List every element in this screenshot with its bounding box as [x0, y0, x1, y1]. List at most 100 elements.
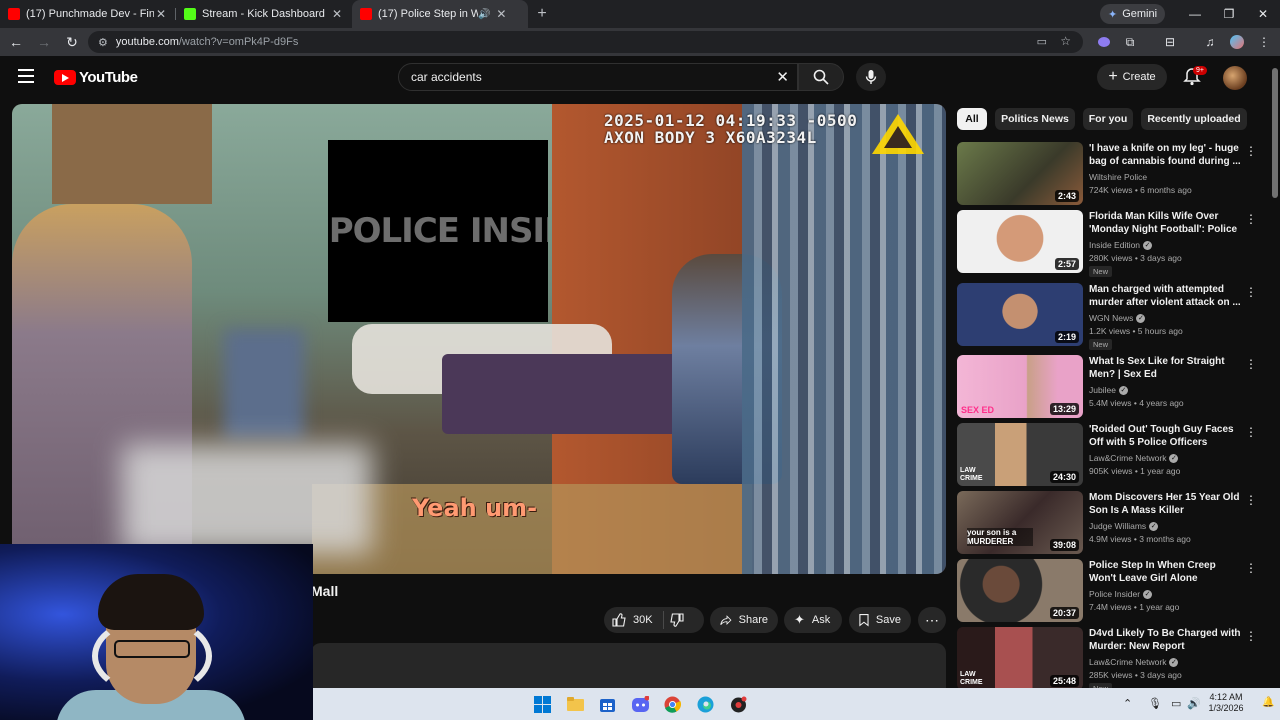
video-player[interactable]: POLICE INSID 2025-01-12 04:19:33 -0500 A… [12, 104, 946, 574]
video-thumbnail[interactable]: 2:19 [957, 283, 1083, 346]
recommendation-title[interactable]: What Is Sex Like for Straight Men? | Sex… [1089, 355, 1241, 381]
hamburger-menu-icon[interactable] [18, 69, 34, 83]
more-actions-button[interactable]: ⋯ [918, 607, 946, 633]
recommendation-item[interactable]: 2:19 Man charged with attempted murder a… [957, 283, 1257, 350]
windows-start-icon[interactable] [534, 696, 551, 713]
recommendation-title[interactable]: 'Roided Out' Tough Guy Faces Off with 5 … [1089, 423, 1241, 449]
recommendation-title[interactable]: Mom Discovers Her 15 Year Old Son Is A M… [1089, 491, 1241, 517]
channel-name[interactable]: Inside Edition ✓ [1089, 240, 1153, 251]
channel-name[interactable]: Law&Crime Network ✓ [1089, 657, 1179, 668]
channel-name[interactable]: Police Insider ✓ [1089, 589, 1153, 600]
recommendation-item[interactable]: SEX ED 13:29 What Is Sex Like for Straig… [957, 355, 1257, 421]
chip-for-you[interactable]: For you [1083, 108, 1133, 130]
minimize-window-button[interactable]: — [1178, 0, 1212, 28]
recommendation-title[interactable]: Florida Man Kills Wife Over 'Monday Nigh… [1089, 210, 1241, 236]
video-thumbnail[interactable]: 2:57 [957, 210, 1083, 273]
recommendation-item[interactable]: 2:57 Florida Man Kills Wife Over 'Monday… [957, 210, 1257, 277]
forward-arrow-icon[interactable]: → [30, 28, 58, 56]
ask-button[interactable]: ✦ Ask [784, 607, 842, 633]
youtube-favicon-icon [360, 8, 372, 20]
gemini-button[interactable]: ✦ Gemini [1100, 4, 1166, 24]
more-options-icon[interactable]: ⋮ [1245, 561, 1257, 575]
channel-name[interactable]: Wiltshire Police [1089, 172, 1147, 182]
site-info-icon[interactable]: ⚙ [98, 36, 108, 49]
video-thumbnail[interactable]: LAW CRIME 25:48 [957, 627, 1083, 690]
recommendation-item[interactable]: LAW CRIME 25:48 D4vd Likely To Be Charge… [957, 627, 1257, 694]
profile-icon[interactable] [1227, 32, 1247, 52]
more-options-icon[interactable]: ⋮ [1245, 212, 1257, 226]
restore-window-button[interactable]: ❐ [1212, 0, 1246, 28]
recommendation-item[interactable]: your son is a MURDERER 39:08 Mom Discove… [957, 491, 1257, 557]
reload-icon[interactable]: ↻ [58, 28, 86, 56]
bookmark-star-icon[interactable]: ☆ [1060, 34, 1071, 48]
browser-tab-3-active[interactable]: (17) Police Step in When Cre 🔊 ✕ [352, 0, 528, 28]
chip-politics-news[interactable]: Politics News [995, 108, 1075, 130]
channel-name[interactable]: Law&Crime Network ✓ [1089, 453, 1179, 464]
network-icon[interactable]: ▭ [1171, 697, 1181, 710]
extension-icon[interactable] [1094, 32, 1114, 52]
tab-search-icon[interactable]: ⊟ [1160, 32, 1180, 52]
notification-bell-icon[interactable]: 🔔 [1262, 697, 1274, 708]
more-options-icon[interactable]: ⋮ [1245, 285, 1257, 299]
chrome-icon[interactable] [664, 696, 681, 713]
more-options-icon[interactable]: ⋮ [1245, 493, 1257, 507]
video-thumbnail[interactable]: SEX ED 13:29 [957, 355, 1083, 418]
youtube-logo[interactable]: YouTube [54, 69, 138, 86]
channel-name[interactable]: WGN News ✓ [1089, 313, 1146, 324]
channel-name[interactable]: Judge Williams ✓ [1089, 521, 1159, 532]
chip-all[interactable]: All [957, 108, 987, 130]
account-avatar[interactable] [1223, 66, 1247, 90]
recommendation-item[interactable]: 20:37 Police Step In When Creep Won't Le… [957, 559, 1257, 625]
more-options-icon[interactable]: ⋮ [1245, 144, 1257, 158]
channel-name[interactable]: Jubilee ✓ [1089, 385, 1128, 396]
create-button[interactable]: + Create [1097, 64, 1167, 90]
page-scrollbar-thumb[interactable] [1272, 68, 1278, 198]
browser-tab-2[interactable]: Stream - Kick Dashboard ✕ [176, 0, 352, 28]
recommendation-item[interactable]: LAW CRIME 24:30 'Roided Out' Tough Guy F… [957, 423, 1257, 489]
address-bar[interactable]: ⚙ youtube.com /watch?v=omPk4P-d9Fs ▭ ☆ [88, 31, 1083, 53]
share-button[interactable]: Share [710, 607, 778, 633]
new-tab-button[interactable]: + [528, 5, 556, 23]
close-tab-icon[interactable]: ✕ [330, 7, 344, 21]
video-thumbnail[interactable]: your son is a MURDERER 39:08 [957, 491, 1083, 554]
recommendation-item[interactable]: 2:43 'I have a knife on my leg' - huge b… [957, 142, 1257, 208]
browser-tab-1[interactable]: (17) Punchmade Dev - Financial ✕ [0, 0, 176, 28]
chip-recently-uploaded[interactable]: Recently uploaded [1141, 108, 1247, 130]
microsoft-store-icon[interactable] [599, 696, 616, 713]
recommendation-title[interactable]: Police Step In When Creep Won't Leave Gi… [1089, 559, 1241, 585]
file-explorer-icon[interactable] [567, 696, 584, 713]
video-thumbnail[interactable]: 20:37 [957, 559, 1083, 622]
discord-icon[interactable] [632, 696, 649, 713]
recommendation-title[interactable]: D4vd Likely To Be Charged with Murder: N… [1089, 627, 1241, 653]
app-icon[interactable] [730, 696, 747, 713]
save-button[interactable]: Save [849, 607, 911, 633]
media-controls-icon[interactable]: ♫ [1200, 32, 1220, 52]
video-thumbnail[interactable]: LAW CRIME 24:30 [957, 423, 1083, 486]
browser-menu-icon[interactable]: ⋮ [1254, 32, 1274, 52]
dislike-button[interactable] [664, 613, 698, 627]
more-options-icon[interactable]: ⋮ [1245, 425, 1257, 439]
tray-microphone-icon[interactable]: 🎙 [1148, 697, 1162, 710]
taskbar-clock[interactable]: 4:12 AM 1/3/2026 [1198, 692, 1254, 714]
close-tab-icon[interactable]: ✕ [154, 7, 168, 21]
more-options-icon[interactable]: ⋮ [1245, 357, 1257, 371]
close-window-button[interactable]: ✕ [1246, 0, 1280, 28]
show-hidden-icons-icon[interactable]: ⌃ [1123, 697, 1132, 710]
voice-search-button[interactable] [856, 63, 886, 91]
video-thumbnail[interactable]: 2:43 [957, 142, 1083, 205]
recommendation-title[interactable]: 'I have a knife on my leg' - huge bag of… [1089, 142, 1241, 168]
close-tab-icon[interactable]: ✕ [494, 7, 508, 21]
edge-icon[interactable] [697, 696, 714, 713]
cast-icon[interactable]: ▭ [1037, 35, 1047, 48]
clear-search-icon[interactable]: ✕ [776, 68, 789, 86]
more-options-icon[interactable]: ⋮ [1245, 629, 1257, 643]
audio-playing-icon[interactable]: 🔊 [478, 9, 490, 20]
back-arrow-icon[interactable]: ← [2, 28, 30, 56]
like-button[interactable]: 30K [604, 611, 664, 629]
recommendation-title[interactable]: Man charged with attempted murder after … [1089, 283, 1241, 309]
youtube-favicon-icon [8, 8, 20, 20]
search-input[interactable]: car accidents ✕ [398, 63, 798, 91]
puzzle-extensions-icon[interactable]: ⧉ [1120, 32, 1140, 52]
search-button[interactable] [798, 63, 844, 91]
description-box[interactable] [311, 643, 946, 693]
